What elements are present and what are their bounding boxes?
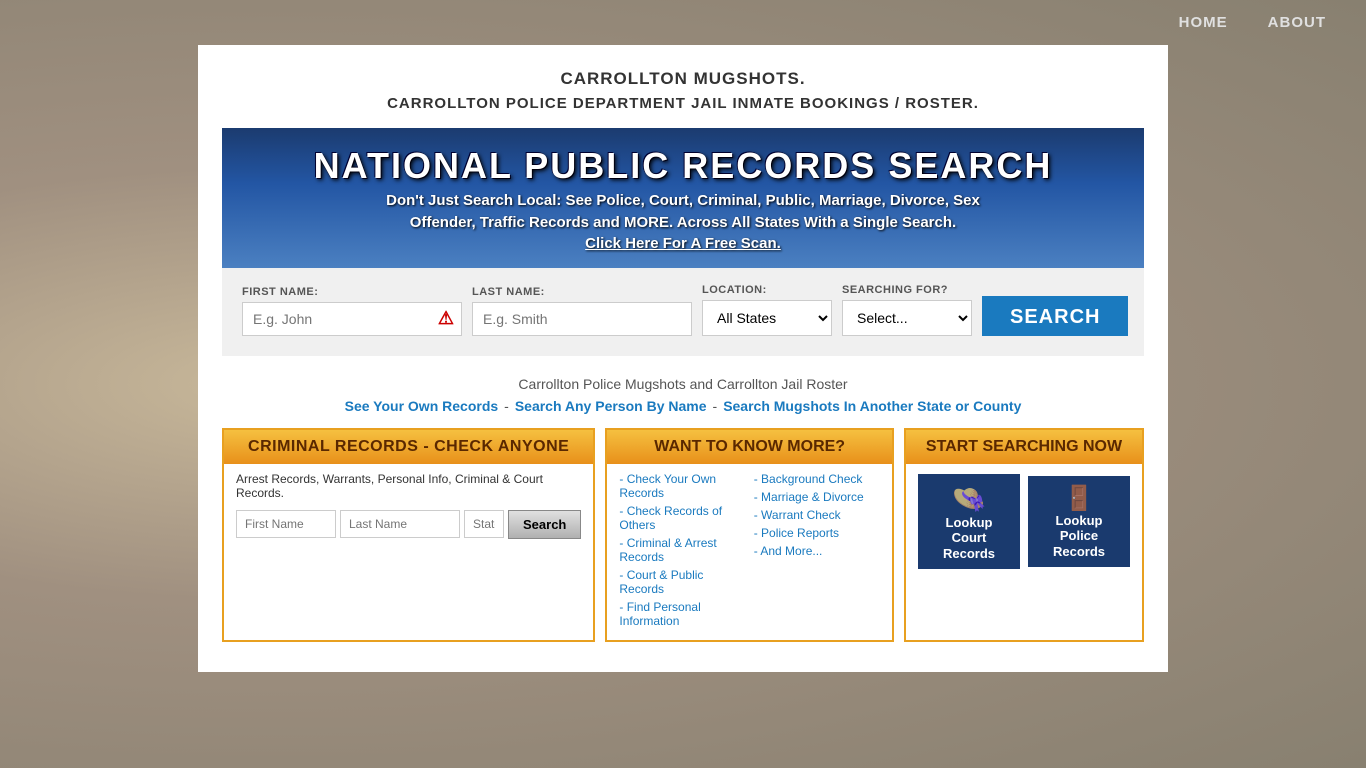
link-own-records[interactable]: See Your Own Records bbox=[345, 398, 499, 414]
lookup-police-text: Lookup Police Records bbox=[1053, 513, 1105, 560]
sep2: - bbox=[713, 398, 718, 414]
firstname-input[interactable] bbox=[242, 302, 462, 336]
searching-field-group: SEARCHING FOR? Select... bbox=[842, 284, 972, 336]
lastname-field-group: LAST NAME: bbox=[472, 286, 692, 336]
banner[interactable]: NATIONAL PUBLIC RECORDS SEARCH Don't Jus… bbox=[222, 128, 1144, 268]
firstname-label: FIRST NAME: bbox=[242, 286, 462, 298]
lastname-input[interactable] bbox=[472, 302, 692, 336]
location-select[interactable]: All States bbox=[702, 300, 832, 336]
know-col-left: - Check Your Own Records - Check Records… bbox=[619, 472, 745, 632]
know-link-marriage[interactable]: - Marriage & Divorce bbox=[754, 490, 880, 504]
banner-title: NATIONAL PUBLIC RECORDS SEARCH bbox=[314, 146, 1053, 186]
widget-criminal: CRIMINAL RECORDS - CHECK ANYONE Arrest R… bbox=[222, 428, 595, 642]
police-badge-icon: 🚪 bbox=[1064, 484, 1094, 513]
main-card: CARROLLTON MUGSHOTS. CARROLLTON POLICE D… bbox=[198, 45, 1168, 672]
firstname-field-group: FIRST NAME: ⚠ bbox=[242, 286, 462, 336]
know-link-criminal[interactable]: - Criminal & Arrest Records bbox=[619, 536, 745, 564]
know-col-right: - Background Check - Marriage & Divorce … bbox=[754, 472, 880, 632]
know-link-warrant[interactable]: - Warrant Check bbox=[754, 508, 880, 522]
nav-home[interactable]: HOME bbox=[1179, 14, 1228, 31]
widget-search: START SEARCHING NOW 👒 Lookup Court Recor… bbox=[904, 428, 1144, 642]
link-search-mugshots[interactable]: Search Mugshots In Another State or Coun… bbox=[723, 398, 1021, 414]
widget-criminal-header: CRIMINAL RECORDS - CHECK ANYONE bbox=[224, 430, 593, 464]
criminal-inputs: Search bbox=[236, 510, 581, 539]
criminal-search-button[interactable]: Search bbox=[508, 510, 581, 539]
searching-label: SEARCHING FOR? bbox=[842, 284, 972, 296]
page-title: CARROLLTON MUGSHOTS. bbox=[222, 69, 1144, 89]
widget-criminal-desc: Arrest Records, Warrants, Personal Info,… bbox=[236, 472, 581, 500]
error-icon: ⚠ bbox=[438, 308, 454, 329]
widget-know: WANT TO KNOW MORE? - Check Your Own Reco… bbox=[605, 428, 894, 642]
lastname-label: LAST NAME: bbox=[472, 286, 692, 298]
lookup-police-button[interactable]: 🚪 Lookup Police Records bbox=[1028, 476, 1130, 568]
widget-know-header: WANT TO KNOW MORE? bbox=[607, 430, 892, 464]
location-field-group: LOCATION: All States bbox=[702, 284, 832, 336]
lookup-court-text: Lookup Court Records bbox=[943, 515, 995, 562]
criminal-lastname[interactable] bbox=[340, 510, 460, 538]
criminal-state[interactable] bbox=[464, 510, 504, 538]
widget-search-header: START SEARCHING NOW bbox=[906, 430, 1142, 464]
searching-select[interactable]: Select... bbox=[842, 300, 972, 336]
know-link-court[interactable]: - Court & Public Records bbox=[619, 568, 745, 596]
top-nav: HOME ABOUT bbox=[0, 0, 1366, 45]
search-form: FIRST NAME: ⚠ LAST NAME: LOCATION: All S… bbox=[222, 268, 1144, 356]
know-link-police[interactable]: - Police Reports bbox=[754, 526, 880, 540]
location-label: LOCATION: bbox=[702, 284, 832, 296]
middle-section: Carrollton Police Mugshots and Carrollto… bbox=[222, 376, 1144, 414]
page-subtitle: CARROLLTON POLICE DEPARTMENT JAIL INMATE… bbox=[222, 95, 1144, 112]
nav-about[interactable]: ABOUT bbox=[1268, 14, 1326, 31]
banner-link[interactable]: Click Here For A Free Scan. bbox=[585, 235, 781, 252]
link-search-person[interactable]: Search Any Person By Name bbox=[515, 398, 707, 414]
know-link-more[interactable]: - And More... bbox=[754, 544, 880, 558]
widgets-row: CRIMINAL RECORDS - CHECK ANYONE Arrest R… bbox=[222, 428, 1144, 642]
criminal-firstname[interactable] bbox=[236, 510, 336, 538]
middle-description: Carrollton Police Mugshots and Carrollto… bbox=[222, 376, 1144, 392]
sep1: - bbox=[504, 398, 509, 414]
know-link-background[interactable]: - Background Check bbox=[754, 472, 880, 486]
know-link-own[interactable]: - Check Your Own Records bbox=[619, 472, 745, 500]
know-link-others[interactable]: - Check Records of Others bbox=[619, 504, 745, 532]
banner-subtitle: Don't Just Search Local: See Police, Cou… bbox=[386, 190, 980, 235]
know-link-personal[interactable]: - Find Personal Information bbox=[619, 600, 745, 628]
lookup-court-button[interactable]: 👒 Lookup Court Records bbox=[918, 474, 1020, 570]
fingerprint-icon: 👒 bbox=[952, 482, 987, 515]
search-button[interactable]: SEARCH bbox=[982, 296, 1128, 336]
